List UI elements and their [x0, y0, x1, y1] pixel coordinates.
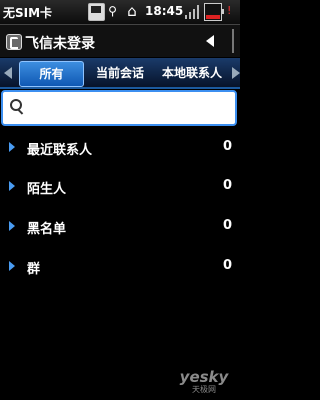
group-count: 0 — [222, 258, 232, 273]
clock: 18:45 — [145, 4, 184, 18]
alert-icon: ! — [227, 4, 232, 17]
group-label: 黑名单 — [27, 222, 67, 237]
tab-scroll-left-icon[interactable] — [4, 67, 12, 79]
home-icon[interactable]: ⌂ — [124, 3, 140, 19]
tab-local-contacts[interactable]: 本地联系人 — [154, 61, 230, 85]
search-box — [1, 90, 237, 126]
group-label: 群 — [27, 262, 41, 277]
tab-current-sessions[interactable]: 当前会话 — [88, 61, 152, 85]
chevron-right-icon — [9, 142, 15, 152]
watermark: yesky 天极网 — [174, 370, 234, 395]
divider — [232, 29, 234, 53]
chevron-right-icon — [9, 221, 15, 231]
tab-all[interactable]: 所有 — [19, 61, 84, 87]
group-row-recent[interactable]: 最近联系人 0 — [0, 128, 240, 168]
usb-icon: ⚲ — [108, 4, 117, 18]
group-count: 0 — [222, 178, 232, 193]
group-label: 最近联系人 — [27, 143, 93, 158]
group-count: 0 — [222, 139, 232, 154]
chevron-right-icon — [9, 261, 15, 271]
sim-status-text: 无SIM卡 — [3, 6, 53, 20]
chevron-right-icon — [9, 181, 15, 191]
watermark-subtitle: 天极网 — [192, 385, 216, 394]
signal-icon — [185, 3, 199, 19]
group-label: 陌生人 — [27, 182, 67, 197]
title-bar: 飞信未登录 — [0, 25, 240, 57]
tab-bar: 所有 当前会话 本地联系人 — [0, 58, 240, 89]
status-bar: 无SIM卡 ⚲ ⌂ 18:45 ! — [0, 0, 240, 25]
watermark-logo: yesky — [179, 368, 229, 386]
group-count: 0 — [222, 218, 232, 233]
battery-icon — [204, 3, 224, 21]
tab-scroll-right-icon[interactable] — [232, 67, 240, 79]
search-input[interactable] — [27, 96, 236, 122]
back-button[interactable] — [198, 29, 224, 53]
sd-card-icon — [88, 3, 105, 21]
page-title: 飞信未登录 — [25, 36, 95, 52]
group-row-groups[interactable]: 群 0 — [0, 247, 240, 287]
search-icon — [10, 99, 22, 111]
group-row-blacklist[interactable]: 黑名单 0 — [0, 207, 240, 247]
group-row-strangers[interactable]: 陌生人 0 — [0, 167, 240, 207]
fetion-logo-icon — [6, 34, 22, 50]
